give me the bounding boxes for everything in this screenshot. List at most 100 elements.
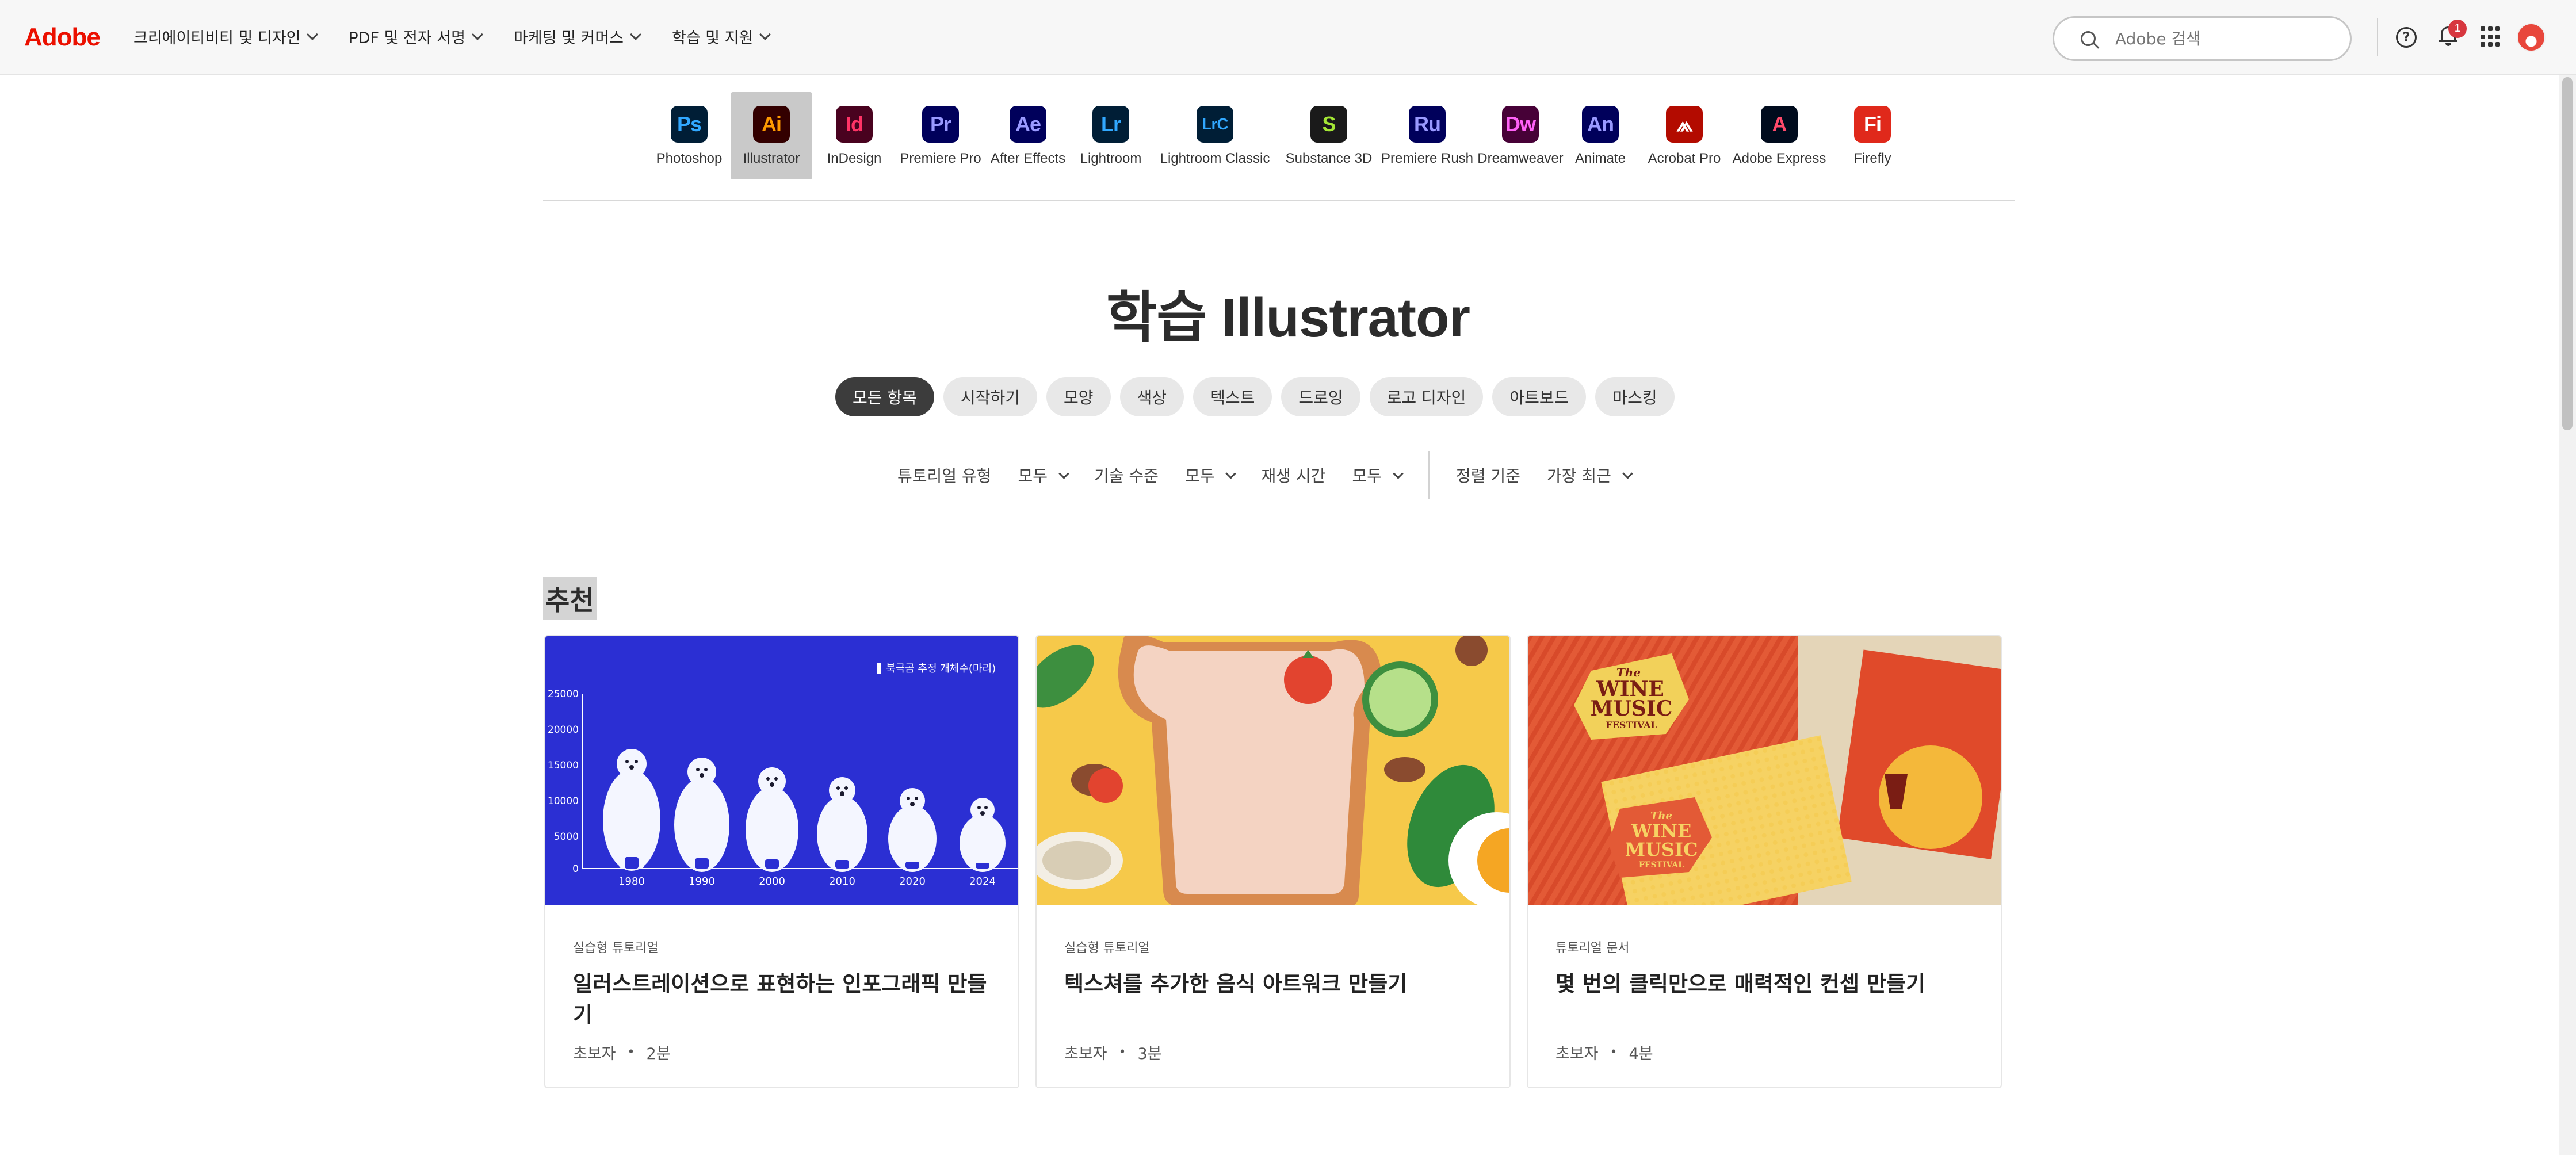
topic-chip[interactable]: 로고 디자인 bbox=[1369, 377, 1484, 416]
product-indesign[interactable]: Id InDesign bbox=[812, 92, 896, 179]
card-body: 튜토리얼 문서 몇 번의 클릭만으로 매력적인 컨셉 만들기 bbox=[1528, 905, 2001, 1000]
topic-chip[interactable]: 드로잉 bbox=[1281, 377, 1360, 416]
chevron-down-icon bbox=[1393, 468, 1404, 479]
card-type: 실습형 튜토리얼 bbox=[1064, 941, 1150, 955]
product-substance-3d[interactable]: S Substance 3D bbox=[1279, 92, 1378, 179]
tutorial-type-dropdown[interactable]: 모두 bbox=[1018, 464, 1069, 487]
product-label: Lightroom Classic bbox=[1160, 151, 1270, 166]
chevron-down-icon bbox=[307, 28, 319, 40]
nav-learn-support[interactable]: 학습 및 지원 bbox=[672, 25, 771, 48]
product-lr-icon: Lr bbox=[1092, 106, 1129, 143]
search-box[interactable] bbox=[2053, 16, 2352, 61]
chevron-down-icon bbox=[1225, 468, 1237, 479]
product-acrobat-pro[interactable]: ⩕ Acrobat Pro bbox=[1636, 92, 1733, 179]
search-input[interactable] bbox=[2115, 29, 2334, 48]
topic-chip[interactable]: 모든 항목 bbox=[835, 377, 934, 416]
nav-label: 학습 및 지원 bbox=[672, 29, 754, 47]
x-tick: 2010 bbox=[829, 875, 855, 888]
page-title: 학습 Illustrator bbox=[1106, 287, 1470, 349]
wine-festival-image: The WINE MUSIC FESTIVAL The WINE MUSIC F… bbox=[1528, 636, 2001, 905]
topic-chip[interactable]: 텍스트 bbox=[1193, 377, 1272, 416]
duration-dropdown[interactable]: 모두 bbox=[1352, 464, 1404, 487]
polar-bear-infographic-image: 북극곰 추정 개체수(마리) 25000 20000 15000 10000 5… bbox=[545, 636, 1018, 905]
image-legend: 북극곰 추정 개체수(마리) bbox=[886, 663, 996, 675]
product-firefly[interactable]: Fi Firefly bbox=[1826, 92, 1919, 179]
product-lightroom[interactable]: Lr Lightroom bbox=[1071, 92, 1151, 179]
x-tick: 1990 bbox=[689, 875, 715, 888]
notification-badge: 1 bbox=[2448, 20, 2467, 38]
skill-level: 초보자 bbox=[1555, 1045, 1599, 1063]
nav-label: 마케팅 및 커머스 bbox=[513, 29, 624, 47]
help-icon[interactable]: ? bbox=[2396, 27, 2417, 48]
app-switcher-icon[interactable] bbox=[2481, 26, 2501, 47]
duration: 2분 bbox=[646, 1045, 671, 1063]
topic-chip[interactable]: 아트보드 bbox=[1492, 377, 1587, 416]
product-dw-icon: Dw bbox=[1502, 106, 1539, 143]
topic-chip[interactable]: 모양 bbox=[1046, 377, 1111, 416]
sort-label: 정렬 기준 bbox=[1455, 466, 1520, 485]
product-adobe-express[interactable]: A Adobe Express bbox=[1733, 92, 1826, 179]
poster-text: FESTIVAL bbox=[1606, 720, 1657, 731]
product-after-effects[interactable]: Ae After Effects bbox=[985, 92, 1071, 179]
product-premiere-rush[interactable]: Ru Premiere Rush bbox=[1378, 92, 1476, 179]
poster-text: MUSIC bbox=[1625, 839, 1698, 860]
tutorial-card[interactable]: The WINE MUSIC FESTIVAL The WINE MUSIC F… bbox=[1527, 635, 2002, 1088]
product-id-icon: Id bbox=[836, 106, 873, 143]
y-tick: 15000 bbox=[548, 760, 579, 771]
adobe-logo[interactable]: Adobe bbox=[24, 23, 101, 52]
duration: 4분 bbox=[1629, 1045, 1653, 1063]
dropdown-value: 모두 bbox=[1352, 466, 1382, 485]
tutorial-type-label: 튜토리얼 유형 bbox=[897, 466, 992, 485]
product-ps-icon: Ps bbox=[671, 106, 708, 143]
sort-dropdown[interactable]: 가장 최근 bbox=[1546, 464, 1633, 487]
product-pr-icon: Pr bbox=[922, 106, 959, 143]
y-tick: 10000 bbox=[548, 796, 579, 807]
duration: 3분 bbox=[1137, 1045, 1162, 1063]
avatar[interactable] bbox=[2517, 23, 2546, 52]
nav-pdf-esign[interactable]: PDF 및 전자 서명 bbox=[349, 25, 483, 48]
y-tick: 0 bbox=[572, 863, 579, 875]
chevron-down-icon bbox=[759, 28, 771, 40]
product-label: After Effects bbox=[990, 151, 1066, 166]
card-title[interactable]: 일러스트레이션으로 표현하는 인포그래픽 만들기 bbox=[573, 969, 991, 1031]
topic-chip[interactable]: 시작하기 bbox=[943, 377, 1037, 416]
product-ru-icon: Ru bbox=[1409, 106, 1446, 143]
product-ae-icon: Ae bbox=[1010, 106, 1046, 143]
tutorial-card[interactable]: 북극곰 추정 개체수(마리) 25000 20000 15000 10000 5… bbox=[544, 635, 1019, 1088]
scrollbar-thumb[interactable] bbox=[2562, 77, 2573, 430]
section-title-recommended: 추천 bbox=[543, 578, 597, 620]
card-meta: 초보자 • 2분 bbox=[573, 1041, 671, 1064]
product-illustrator[interactable]: Ai Illustrator bbox=[731, 92, 812, 179]
product-premiere-pro[interactable]: Pr Premiere Pro bbox=[896, 92, 985, 179]
separator-dot: • bbox=[1118, 1045, 1126, 1060]
card-title[interactable]: 텍스쳐를 추가한 음식 아트워크 만들기 bbox=[1064, 969, 1482, 1000]
product-lightroom-classic[interactable]: LrC Lightroom Classic bbox=[1151, 92, 1279, 179]
skill-level-dropdown[interactable]: 모두 bbox=[1185, 464, 1237, 487]
header-divider bbox=[2377, 18, 2378, 56]
product-a-icon: A bbox=[1761, 106, 1798, 143]
card-meta: 초보자 • 3분 bbox=[1064, 1041, 1162, 1064]
card-title[interactable]: 몇 번의 클릭만으로 매력적인 컨셉 만들기 bbox=[1555, 969, 1973, 1000]
card-type: 실습형 튜토리얼 bbox=[573, 941, 659, 955]
topic-chips: 모든 항목 시작하기 모양 색상 텍스트 드로잉 로고 디자인 아트보드 마스킹 bbox=[835, 377, 1684, 416]
nav-marketing-commerce[interactable]: 마케팅 및 커머스 bbox=[513, 25, 641, 48]
product-lrc-icon: LrC bbox=[1197, 106, 1233, 143]
dropdown-value: 가장 최근 bbox=[1546, 466, 1611, 485]
product-animate[interactable]: An Animate bbox=[1565, 92, 1636, 179]
y-tick: 20000 bbox=[548, 724, 579, 736]
product-dreamweaver[interactable]: Dw Dreamweaver bbox=[1476, 92, 1565, 179]
chevron-down-icon bbox=[1622, 468, 1633, 479]
separator-dot: • bbox=[1610, 1045, 1618, 1060]
tutorial-card[interactable]: 실습형 튜토리얼 텍스쳐를 추가한 음식 아트워크 만들기 초보자 • 3분 bbox=[1035, 635, 1511, 1088]
product-photoshop[interactable]: Ps Photoshop bbox=[648, 92, 731, 179]
topic-chip[interactable]: 색상 bbox=[1119, 377, 1184, 416]
product-s-icon: S bbox=[1310, 106, 1347, 143]
divider bbox=[543, 200, 2015, 201]
skill-level: 초보자 bbox=[1064, 1045, 1107, 1063]
nav-creativity-design[interactable]: 크리에이티비티 및 디자인 bbox=[133, 25, 319, 48]
skill-level-label: 기술 수준 bbox=[1094, 466, 1159, 485]
poster-text: FESTIVAL bbox=[1639, 860, 1684, 870]
topic-chip[interactable]: 마스킹 bbox=[1595, 377, 1675, 416]
x-tick: 1980 bbox=[618, 875, 645, 888]
card-thumbnail-food bbox=[1037, 636, 1509, 905]
